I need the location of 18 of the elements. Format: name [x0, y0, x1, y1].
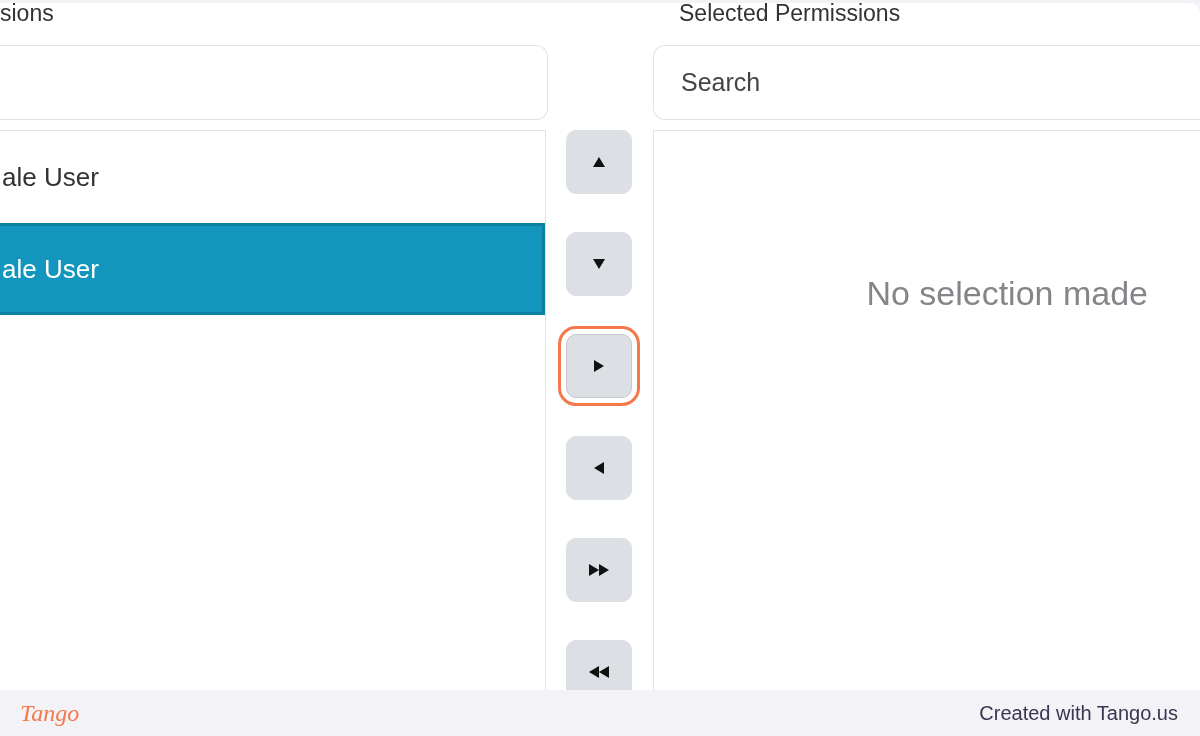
move-all-left-button[interactable]	[566, 640, 632, 690]
search-field[interactable]	[0, 45, 548, 120]
empty-message: No selection made	[866, 273, 1148, 313]
search-field[interactable]: Search	[653, 45, 1200, 120]
triangle-up-icon	[593, 157, 605, 167]
triangle-down-icon	[593, 259, 605, 269]
double-triangle-left-icon	[589, 666, 609, 678]
credit-text: Created with Tango.us	[979, 701, 1178, 726]
column-label: Selected Permissions	[679, 3, 901, 25]
move-all-right-button[interactable]	[566, 538, 632, 602]
triangle-right-icon	[594, 360, 604, 372]
move-down-button[interactable]	[566, 232, 632, 296]
triangle-left-icon	[594, 462, 604, 474]
column-label: sions	[0, 3, 54, 25]
double-triangle-right-icon	[589, 564, 609, 576]
move-left-button[interactable]	[566, 436, 632, 500]
logo: Tango	[20, 699, 80, 728]
move-up-button[interactable]	[566, 130, 632, 194]
